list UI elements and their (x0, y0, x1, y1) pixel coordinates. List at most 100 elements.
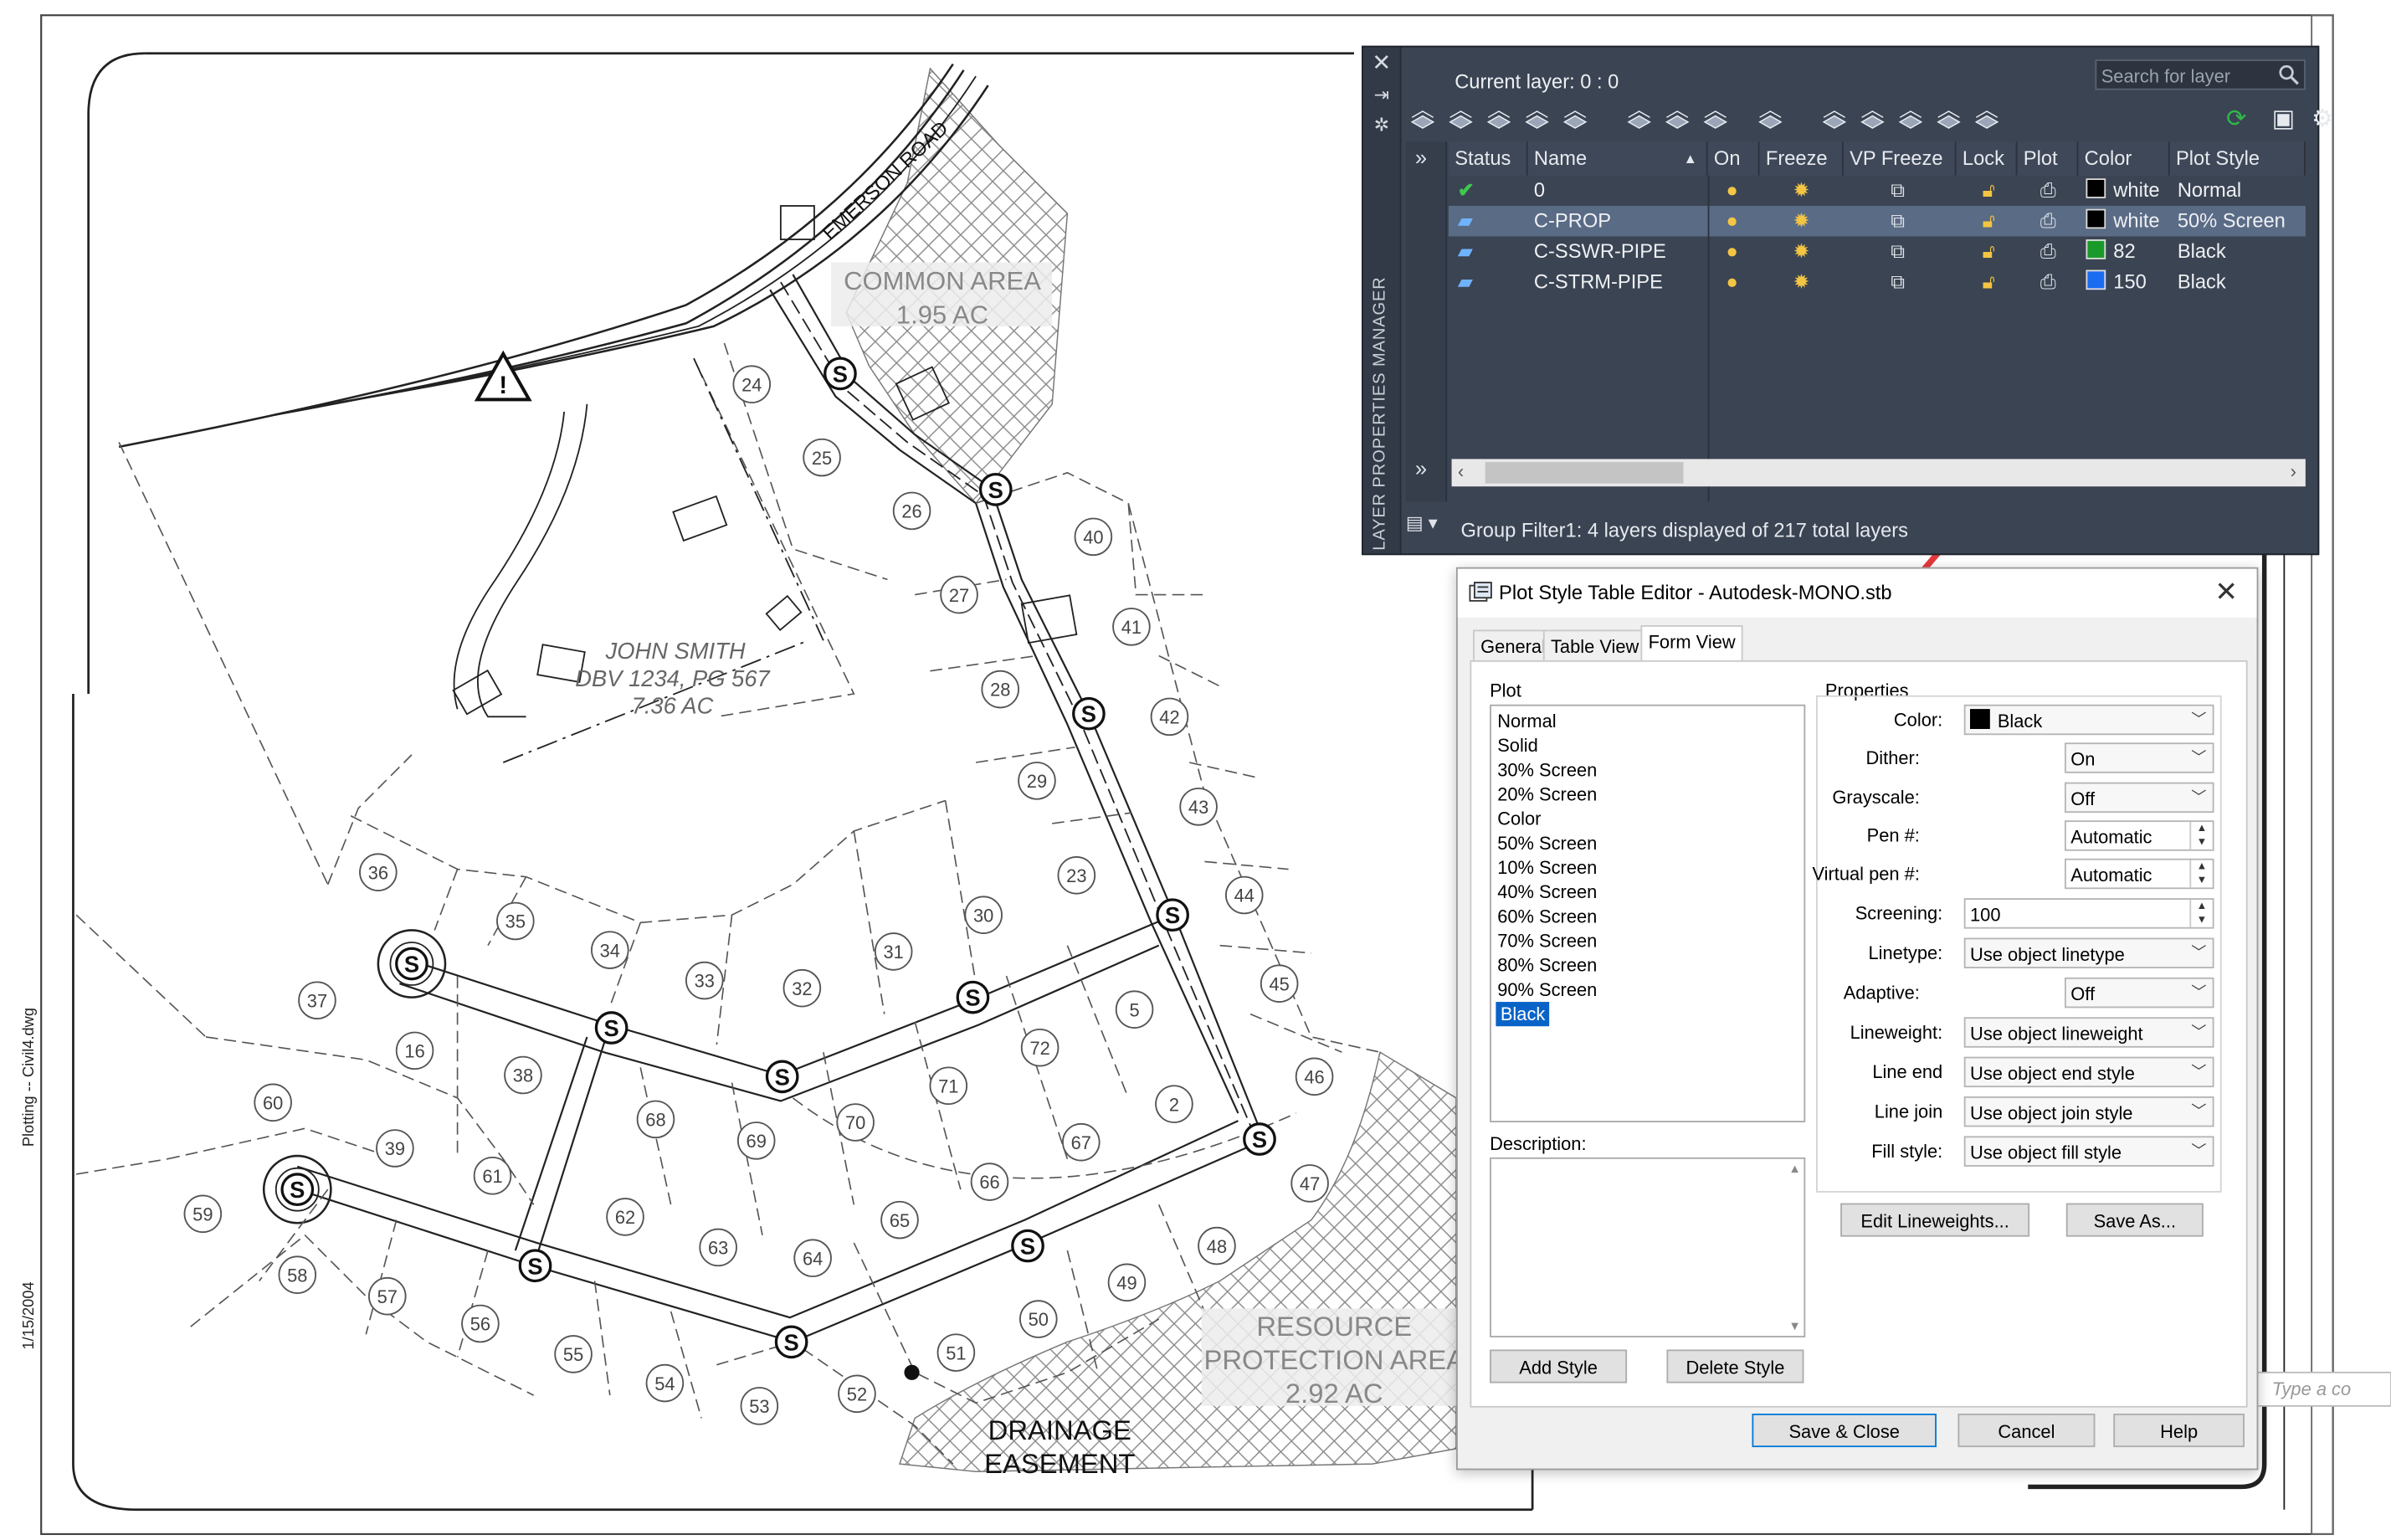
save-close-button[interactable]: Save & Close (1752, 1413, 1937, 1448)
freeze-layer-icon[interactable] (1897, 105, 1927, 136)
search-icon[interactable] (2278, 64, 2300, 86)
plot-styles-list[interactable]: Normal Solid 30% Screen 20% Screen Color 50% … (1490, 704, 1806, 1122)
scroll-up-icon[interactable]: ▲ (1788, 1162, 1800, 1175)
new-group-filter-icon[interactable] (1664, 105, 1694, 136)
unlock-icon[interactable]: 🔓︎ (1976, 236, 2013, 266)
plot-style-item[interactable]: 30% Screen (1497, 758, 1597, 783)
dither-dropdown[interactable]: On ﹀ (2064, 742, 2214, 773)
vp-freeze-icon[interactable]: ⧉ (1885, 206, 1931, 236)
filter-options-icon[interactable]: ▤ ▾ (1406, 512, 1452, 546)
layer-row[interactable]: ▰ C-STRM-PIPE ● ✹ ⧉ 🔓︎ ⎙ 150 Black (1449, 267, 2306, 297)
lightbulb-on-icon[interactable]: ● (1720, 267, 1759, 297)
line-end-dropdown[interactable]: Use object end style ﹀ (1963, 1056, 2214, 1088)
refresh-icon[interactable]: ⟳ (2226, 105, 2256, 136)
scroll-left-icon[interactable]: ‹ (1458, 460, 1464, 482)
add-style-button[interactable]: Add Style (1490, 1349, 1628, 1383)
printer-icon[interactable]: ⎙ (2034, 176, 2071, 206)
filter-tree-pane[interactable]: » » (1405, 141, 1448, 502)
grayscale-dropdown[interactable]: Off ﹀ (2064, 782, 2214, 814)
col-color[interactable]: Color (2078, 141, 2170, 176)
plot-style-item[interactable]: Solid (1497, 733, 1538, 757)
spinner-arrows-icon[interactable]: ▲ ▼ (2189, 860, 2212, 888)
spinner-arrows-icon[interactable]: ▲ ▼ (2189, 822, 2212, 850)
col-name[interactable]: Name ▲ (1527, 141, 1708, 176)
delete-style-button[interactable]: Delete Style (1666, 1349, 1804, 1383)
vp-freeze-icon[interactable]: ⧉ (1885, 267, 1931, 297)
layer-row[interactable]: ✔ 0 ● ✹ ⧉ 🔓︎ ⎙ white Normal (1449, 176, 2306, 206)
plot-style-item[interactable]: 80% Screen (1497, 953, 1597, 978)
layer-row[interactable]: ▰ C-PROP ● ✹ ⧉ 🔓︎ ⎙ white 50% Screen (1448, 205, 2306, 237)
delete-layer-icon[interactable] (1485, 105, 1516, 136)
unlock-icon[interactable]: 🔓︎ (1976, 206, 2013, 236)
printer-icon[interactable]: ⎙ (2034, 267, 2071, 297)
close-icon[interactable]: ✕ (1371, 52, 1393, 75)
unlock-icon[interactable]: 🔓︎ (1976, 267, 2013, 297)
plot-style-item[interactable]: 90% Screen (1497, 978, 1597, 1002)
collapse-filter-icon[interactable]: » (1415, 456, 1427, 480)
horizontal-scrollbar[interactable]: ‹ › (1451, 459, 2306, 487)
lock-layer-icon[interactable] (1935, 105, 1965, 136)
adaptive-dropdown[interactable]: Off ﹀ (2064, 977, 2214, 1009)
refresh-layers-icon[interactable] (1757, 105, 1787, 136)
isolate-layer-icon[interactable] (1820, 105, 1850, 136)
layer-states-icon[interactable] (1562, 105, 1592, 136)
scroll-down-icon[interactable]: ▼ (1788, 1319, 1800, 1332)
sun-thaw-icon[interactable]: ✹ (1787, 267, 1833, 297)
tab-form-view[interactable]: Form View (1640, 625, 1743, 662)
plot-style-item[interactable]: Color (1497, 807, 1541, 831)
layer-row[interactable]: ▰ C-SSWR-PIPE ● ✹ ⧉ 🔓︎ ⎙ 82 Black (1449, 236, 2306, 266)
plot-style-item[interactable]: Black (1496, 1002, 1550, 1027)
properties-icon[interactable]: ✲ (1371, 115, 1393, 136)
plot-style-item[interactable]: 70% Screen (1497, 929, 1597, 953)
close-icon[interactable]: ✕ (2211, 577, 2241, 607)
layer-status[interactable]: ▰ (1452, 206, 1528, 236)
col-on[interactable]: On (1707, 141, 1760, 176)
plot-style-item[interactable]: 40% Screen (1497, 880, 1597, 904)
layer-plot-style[interactable]: 50% Screen (2172, 206, 2306, 236)
fill-style-dropdown[interactable]: Use object fill style ﹀ (1963, 1136, 2214, 1167)
color-dropdown[interactable]: Black ﹀ (1963, 704, 2214, 736)
scroll-thumb[interactable] (1485, 462, 1684, 484)
lightbulb-on-icon[interactable]: ● (1720, 176, 1759, 206)
description-textbox[interactable]: ▲ ▼ (1490, 1157, 1806, 1337)
plot-style-item[interactable]: Normal (1497, 709, 1556, 733)
layer-name[interactable]: C-STRM-PIPE (1528, 267, 1708, 297)
tab-general[interactable]: General (1473, 629, 1554, 662)
plot-style-item[interactable]: 20% Screen (1497, 783, 1597, 807)
screening-spinner[interactable]: 100 ▲ ▼ (1963, 898, 2214, 929)
unisolate-layer-icon[interactable] (1859, 105, 1889, 136)
lineweight-dropdown[interactable]: Use object lineweight ﹀ (1963, 1017, 2214, 1048)
lightbulb-on-icon[interactable]: ● (1720, 206, 1759, 236)
sun-thaw-icon[interactable]: ✹ (1787, 206, 1833, 236)
printer-icon[interactable]: ⎙ (2034, 236, 2071, 266)
new-layer-icon[interactable] (1409, 105, 1439, 136)
lightbulb-on-icon[interactable]: ● (1720, 236, 1759, 266)
layer-plot-style[interactable]: Black (2172, 267, 2306, 297)
layer-color[interactable]: 150 (2080, 267, 2171, 297)
layer-color[interactable]: white (2080, 176, 2171, 206)
tab-table-view[interactable]: Table View (1542, 629, 1647, 662)
layer-status[interactable]: ▰ (1452, 267, 1528, 297)
save-as-button[interactable]: Save As... (2065, 1203, 2204, 1237)
layer-plot-style[interactable]: Black (2172, 236, 2306, 266)
vp-freeze-icon[interactable]: ⧉ (1885, 236, 1931, 266)
linetype-dropdown[interactable]: Use object linetype ﹀ (1963, 937, 2214, 968)
cancel-button[interactable]: Cancel (1957, 1413, 2096, 1448)
vp-freeze-icon[interactable]: ⧉ (1885, 176, 1931, 206)
set-current-icon[interactable] (1523, 105, 1553, 136)
command-line-hint[interactable]: Type a co (2272, 1378, 2351, 1399)
printer-icon[interactable]: ⎙ (2034, 206, 2071, 236)
plot-style-item[interactable]: 50% Screen (1497, 831, 1597, 855)
scroll-right-icon[interactable]: › (2291, 460, 2296, 482)
layer-states-manager-icon[interactable] (1701, 105, 1732, 136)
sun-thaw-icon[interactable]: ✹ (1787, 176, 1833, 206)
expand-filter-icon[interactable]: » (1415, 145, 1427, 169)
settings-icon[interactable]: ⚙ (2311, 105, 2342, 136)
layer-name[interactable]: C-SSWR-PIPE (1528, 236, 1708, 266)
col-freeze[interactable]: Freeze (1759, 141, 1844, 176)
layer-status[interactable]: ▰ (1452, 236, 1528, 266)
layer-manager-icon[interactable]: ▣ (2272, 105, 2302, 136)
plot-style-item[interactable]: 60% Screen (1497, 904, 1597, 928)
sun-thaw-icon[interactable]: ✹ (1787, 236, 1833, 266)
layer-name[interactable]: C-PROP (1528, 206, 1708, 236)
